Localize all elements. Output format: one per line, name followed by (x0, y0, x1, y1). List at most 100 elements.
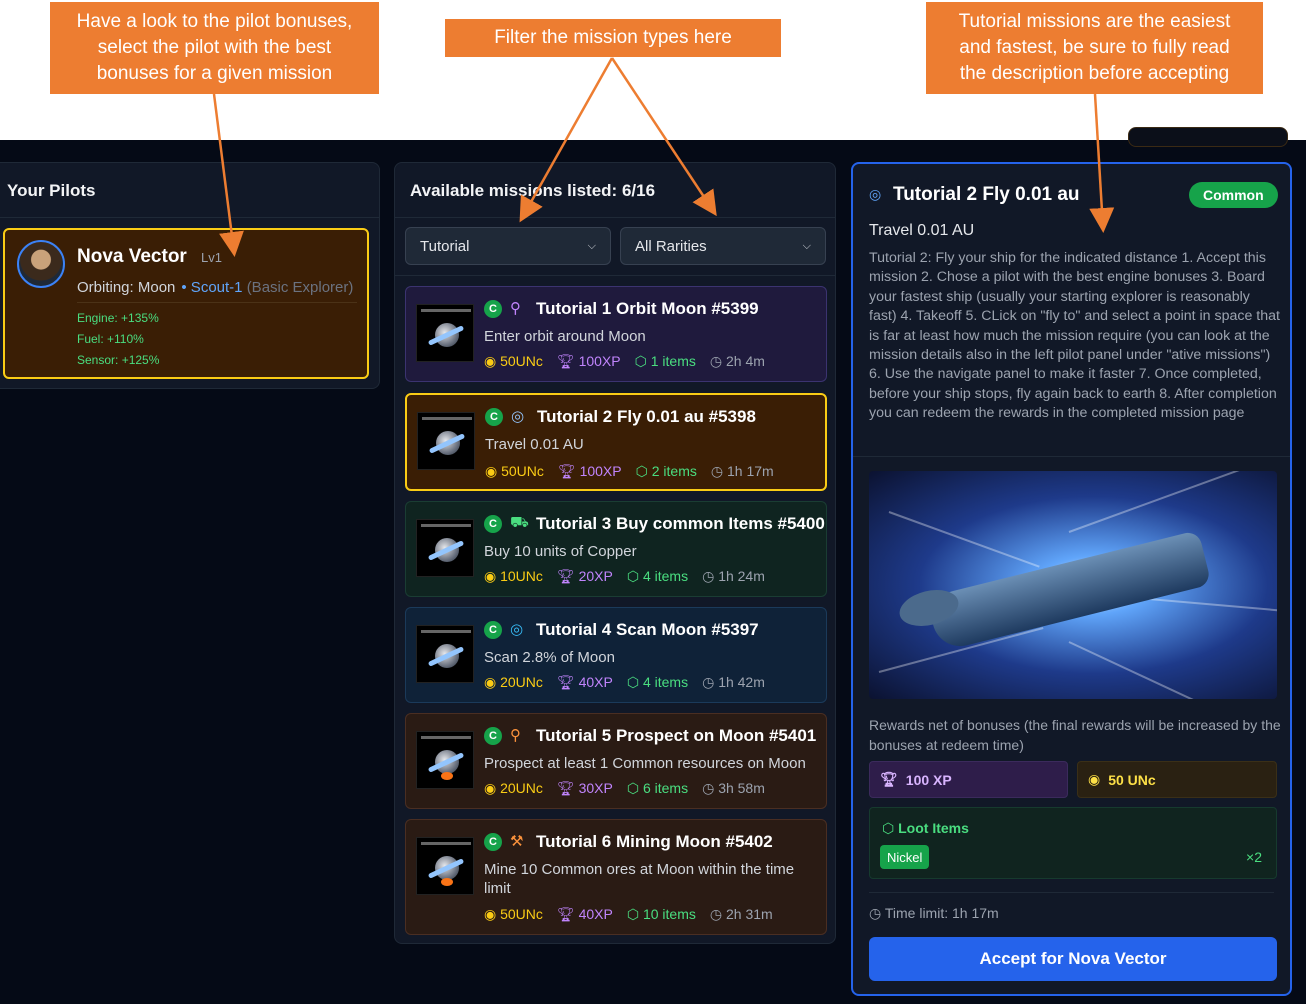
box-icon: ⬡ (882, 820, 895, 836)
mission-card[interactable]: C ⚲ Tutorial 1 Orbit Moon #5399 Enter or… (405, 286, 827, 382)
chevron-down-icon: ⌵ (802, 239, 811, 252)
trophy-icon: 🏆︎ (557, 463, 580, 479)
mission-unc-value: 20UNc (500, 674, 543, 690)
mission-items: ⬡ 1 items (635, 353, 696, 370)
mission-image (869, 471, 1277, 699)
common-badge: C (484, 727, 502, 745)
common-badge: C (484, 300, 502, 318)
mission-unc: ◉ 50UNc (484, 353, 543, 370)
mission-xp-value: 40XP (578, 906, 613, 922)
mission-items: ⬡ 2 items (636, 463, 697, 480)
box-icon: ⬡ (626, 906, 643, 922)
mission-detail-title: Tutorial 2 Fly 0.01 au (893, 184, 1080, 205)
callout-filter: Filter the mission types here (445, 19, 781, 57)
mission-thumbnail (416, 519, 474, 577)
unc-reward: ◉ 50 UNc (1077, 761, 1277, 798)
coins-icon: ◉ (484, 353, 501, 369)
pilot-orbiting: Orbiting: Moon (77, 279, 176, 296)
coins-icon: ◉ (484, 906, 501, 922)
box-icon: ⬡ (626, 674, 643, 690)
pilots-panel-title: Your Pilots (7, 181, 96, 200)
mission-description: Travel 0.01 AU (485, 436, 584, 453)
rarity-badge: Common (1189, 182, 1278, 208)
unc-reward-value: 50 UNc (1108, 771, 1156, 788)
mission-stats: ◉ 50UNc 🏆︎ 40XP ⬡ 10 items ◷ 2h 31m (484, 906, 773, 923)
trophy-icon: 🏆︎ (556, 674, 579, 690)
mission-xp: 🏆︎ 100XP (557, 353, 621, 370)
mission-thumbnail (416, 625, 474, 683)
loot-title: ⬡ Loot Items (882, 820, 969, 837)
mission-stats: ◉ 10UNc 🏆︎ 20XP ⬡ 4 items ◷ 1h 24m (484, 568, 765, 585)
mission-card[interactable]: C ⚒ Tutorial 6 Mining Moon #5402 Mine 10… (405, 819, 827, 935)
clock-icon: ◷ (702, 568, 719, 584)
divider (77, 302, 357, 303)
top-bar-button[interactable] (1128, 127, 1288, 147)
mission-xp-value: 30XP (578, 780, 613, 796)
box-icon: ⬡ (626, 780, 643, 796)
common-badge: C (485, 408, 503, 426)
loot-title-text: Loot Items (898, 820, 969, 836)
chevron-down-icon: ⌵ (587, 239, 596, 252)
mission-title: Tutorial 6 Mining Moon #5402 (536, 832, 773, 851)
engine-bonus: Engine: +135% (77, 311, 159, 325)
mission-time-value: 2h 31m (725, 906, 773, 922)
mission-items-value: 10 items (642, 906, 696, 922)
mission-time: ◷ 1h 24m (702, 568, 765, 585)
mission-title: Tutorial 4 Scan Moon #5397 (536, 620, 759, 639)
missions-panel-title: Available missions listed: 6/16 (410, 181, 656, 200)
mission-thumbnail (416, 731, 474, 789)
mission-card[interactable]: C ◎ Tutorial 2 Fly 0.01 au #5398 Travel … (405, 393, 827, 491)
coins-icon: ◉ (484, 780, 501, 796)
mission-description: Scan 2.8% of Moon (484, 649, 615, 666)
mission-items-value: 2 items (651, 463, 697, 479)
rarity-select[interactable]: All Rarities ⌵ (620, 227, 826, 265)
mission-title: Tutorial 2 Fly 0.01 au #5398 (537, 407, 756, 426)
pilot-ship[interactable]: • Scout-1 (181, 279, 242, 296)
mission-unc-value: 20UNc (500, 780, 543, 796)
mission-time: ◷ 3h 58m (702, 780, 765, 797)
sensor-bonus: Sensor: +125% (77, 353, 160, 367)
box-icon: ⬡ (635, 463, 652, 479)
mission-time: ◷ 2h 31m (710, 906, 773, 923)
common-badge: C (484, 621, 502, 639)
clock-icon: ◷ (710, 463, 727, 479)
mission-card[interactable]: C ◎ Tutorial 4 Scan Moon #5397 Scan 2.8%… (405, 607, 827, 703)
common-badge: C (484, 515, 502, 533)
mission-type-select[interactable]: Tutorial ⌵ (405, 227, 611, 265)
mission-unc: ◉ 20UNc (484, 674, 543, 691)
mission-stats: ◉ 50UNc 🏆︎ 100XP ⬡ 1 items ◷ 2h 4m (484, 353, 765, 370)
mission-unc: ◉ 50UNc (484, 906, 543, 923)
mission-items: ⬡ 4 items (627, 568, 688, 585)
pickaxe-icon: ⚒ (510, 833, 524, 850)
mission-unc: ◉ 10UNc (484, 568, 543, 585)
radar-icon: ◎ (510, 621, 524, 638)
mission-time: ◷ 1h 42m (702, 674, 765, 691)
mission-card[interactable]: C ⚲ Tutorial 5 Prospect on Moon #5401 Pr… (405, 713, 827, 809)
search-icon: ⚲ (510, 727, 521, 744)
mission-xp: 🏆︎ 40XP (557, 674, 613, 691)
mission-unc: ◉ 20UNc (484, 780, 543, 797)
mission-card[interactable]: C ⛟ Tutorial 3 Buy common Items #5400 Bu… (405, 501, 827, 597)
mission-time-value: 2h 4m (725, 353, 765, 369)
divider (395, 275, 835, 276)
pilot-location: Orbiting: Moon • Scout-1 (Basic Explorer) (77, 279, 353, 296)
accept-mission-button[interactable]: Accept for Nova Vector (869, 937, 1277, 981)
mission-time: ◷ 2h 4m (710, 353, 765, 370)
pilot-card[interactable]: Nova Vector Lv1 Orbiting: Moon • Scout-1 … (3, 228, 369, 379)
mission-thumbnail (417, 412, 475, 470)
mission-unc-value: 10UNc (500, 568, 543, 584)
mission-items-value: 4 items (642, 568, 689, 584)
mission-stats: ◉ 20UNc 🏆︎ 30XP ⬡ 6 items ◷ 3h 58m (484, 780, 765, 797)
loot-item-chip: Nickel (880, 845, 930, 869)
loot-items-box: ⬡ Loot Items Nickel ×2 (869, 807, 1277, 879)
callout-pilot-bonuses: Have a look to the pilot bonuses, select… (50, 2, 379, 94)
xp-reward-value: 100 XP (905, 771, 952, 788)
clock-icon: ◷ (709, 353, 726, 369)
box-icon: ⬡ (634, 353, 651, 369)
mission-details-panel: ◎ Tutorial 2 Fly 0.01 au Common Travel 0… (851, 162, 1292, 996)
mission-time-value: 1h 17m (726, 463, 774, 479)
mission-xp-value: 40XP (578, 674, 613, 690)
mission-unc-value: 50UNc (501, 463, 544, 479)
mission-type-value: Tutorial (420, 237, 470, 255)
time-limit: ◷ Time limit: 1h 17m (869, 905, 999, 922)
